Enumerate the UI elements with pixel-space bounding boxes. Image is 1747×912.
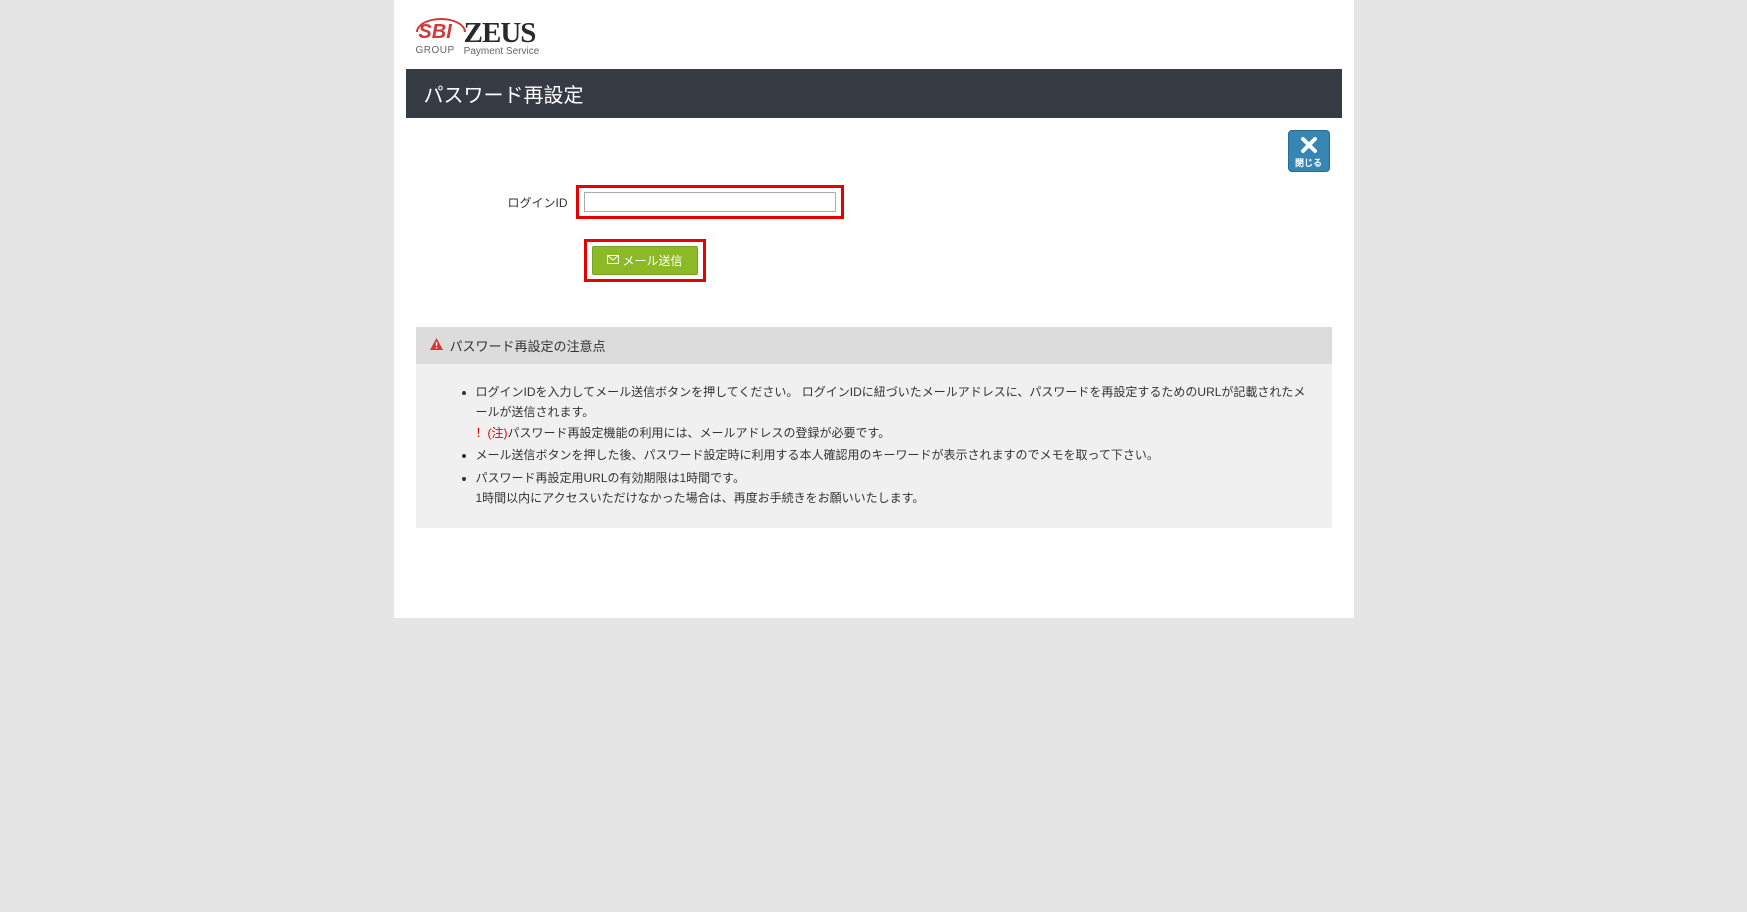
close-button-label: 閉じる <box>1295 159 1322 168</box>
content-area: 閉じる ログインID <box>406 118 1342 588</box>
close-icon <box>1299 135 1319 158</box>
page-title: パスワード再設定 <box>406 69 1342 118</box>
login-id-row: ログインID <box>506 185 1342 219</box>
notice-item-1: ログインIDを入力してメール送信ボタンを押してください。 ログインIDに紐づいた… <box>476 382 1307 443</box>
main-container: SBI GROUP ZEUS Payment Service パスワード再設定 … <box>394 0 1354 618</box>
notice-item-3: パスワード再設定用URLの有効期限は1時間です。 1時間以内にアクセスいただけな… <box>476 468 1307 509</box>
notice-body: ログインIDを入力してメール送信ボタンを押してください。 ログインIDに紐づいた… <box>416 364 1332 528</box>
notice-item-text: パスワード再設定用URLの有効期限は1時間です。 <box>476 471 745 485</box>
notice-title: パスワード再設定の注意点 <box>450 336 606 355</box>
send-button-highlight: メール送信 <box>584 239 706 282</box>
notice-panel: パスワード再設定の注意点 ログインIDを入力してメール送信ボタンを押してください… <box>416 327 1332 588</box>
notice-item-2: メール送信ボタンを押した後、パスワード設定時に利用する本人確認用のキーワードが表… <box>476 445 1307 465</box>
notice-list: ログインIDを入力してメール送信ボタンを押してください。 ログインIDに紐づいた… <box>441 382 1307 508</box>
login-id-label: ログインID <box>506 194 576 211</box>
zeus-main-text: ZEUS <box>464 20 540 46</box>
sbi-group-text: GROUP <box>416 45 455 56</box>
notice-item-text: ログインIDを入力してメール送信ボタンを押してください。 ログインIDに紐づいた… <box>476 385 1306 419</box>
login-id-highlight <box>576 185 844 219</box>
zeus-logo: ZEUS Payment Service <box>464 20 540 57</box>
form-area: ログインID メール送信 <box>406 130 1342 312</box>
logo-area: SBI GROUP ZEUS Payment Service <box>406 0 1342 69</box>
notice-warn-text: パスワード再設定機能の利用には、メールアドレスの登録が必要です。 <box>508 426 891 440</box>
send-mail-button[interactable]: メール送信 <box>592 246 698 275</box>
sbi-logo: SBI GROUP <box>416 22 455 56</box>
mail-icon <box>607 254 619 268</box>
notice-item-subtext: 1時間以内にアクセスいただけなかった場合は、再度お手続きをお願いいたします。 <box>476 491 925 505</box>
login-id-input[interactable] <box>584 192 836 212</box>
notice-item-text: メール送信ボタンを押した後、パスワード設定時に利用する本人確認用のキーワードが表… <box>476 448 1159 462</box>
notice-warn-prefix: ！(注) <box>476 426 508 440</box>
warning-icon <box>430 338 443 354</box>
notice-header: パスワード再設定の注意点 <box>416 327 1332 364</box>
close-button[interactable]: 閉じる <box>1288 130 1330 172</box>
send-button-label: メール送信 <box>623 252 683 269</box>
send-button-row: メール送信 <box>506 239 1342 282</box>
sbi-logo-text: SBI <box>418 22 451 42</box>
zeus-sub-text: Payment Service <box>464 46 540 57</box>
